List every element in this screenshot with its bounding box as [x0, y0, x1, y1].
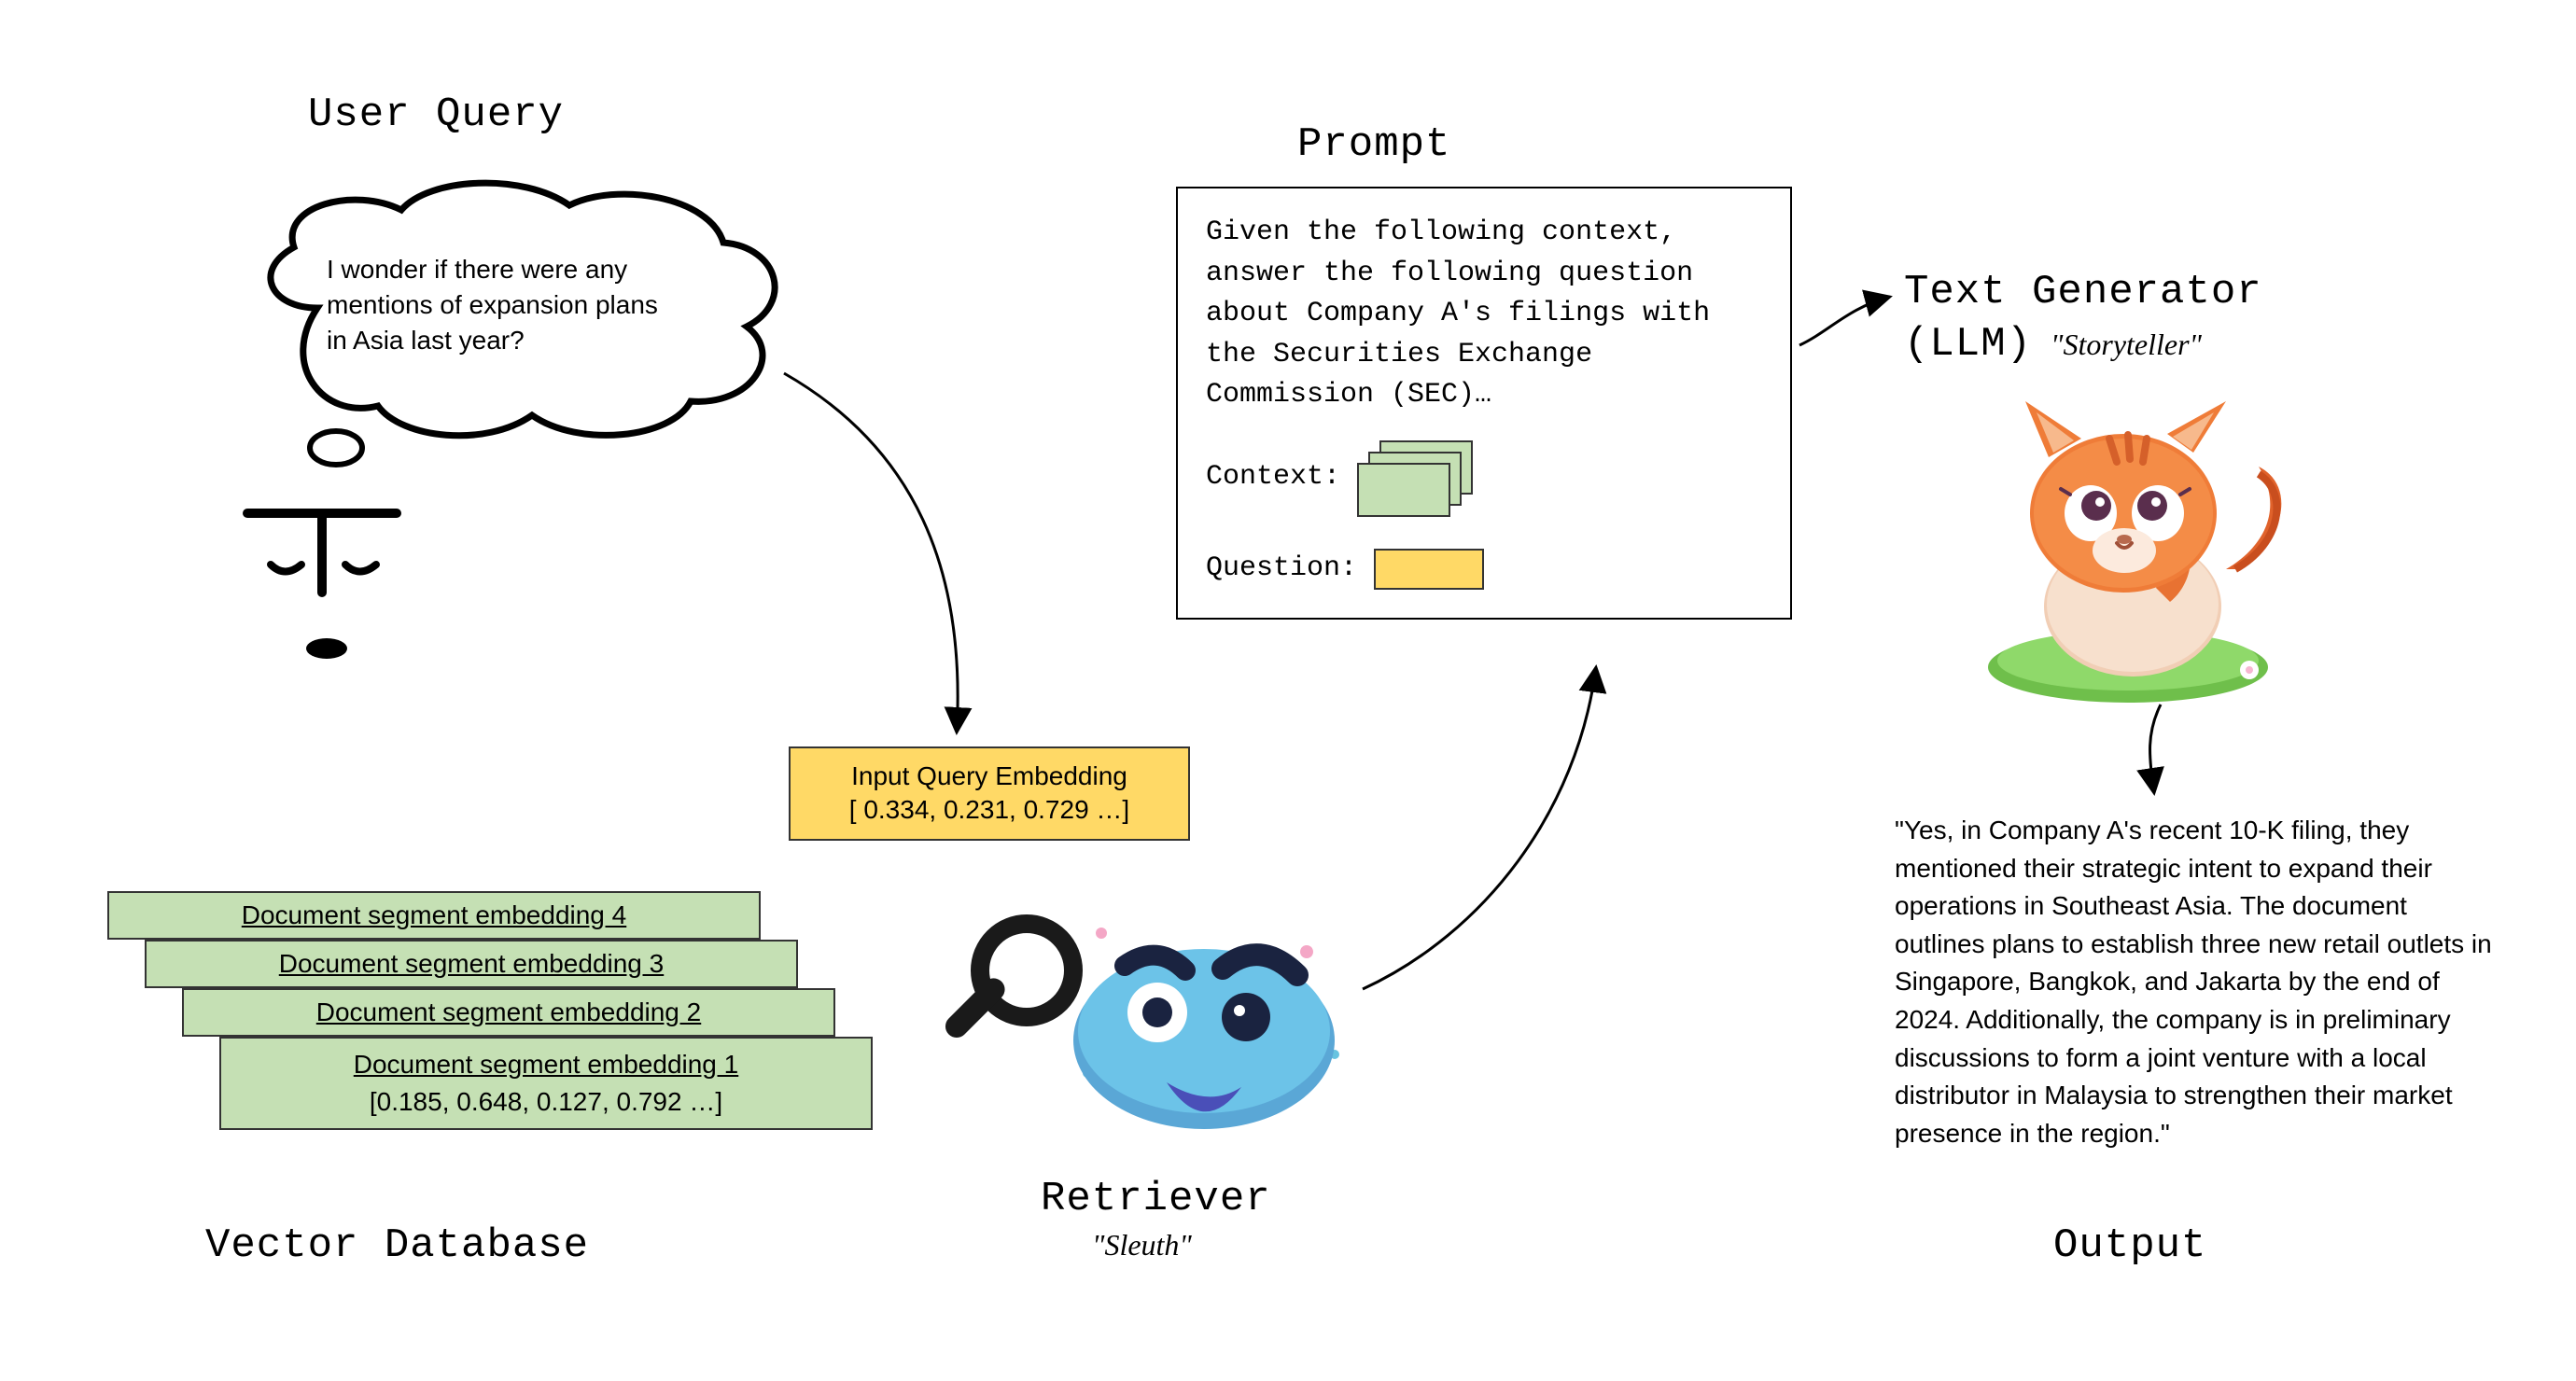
document-embedding-stack: Document segment embedding 4 Document se…: [107, 891, 873, 1171]
output-text: "Yes, in Company A's recent 10-K filing,…: [1895, 812, 2492, 1152]
retriever-character-icon: [924, 886, 1372, 1166]
arrow-query-to-embedding: [765, 364, 1064, 746]
input-query-embedding-box: Input Query Embedding [ 0.334, 0.231, 0.…: [789, 746, 1190, 841]
text-generator-llm-label: (LLM): [1904, 321, 2032, 368]
arrow-prompt-to-llm: [1792, 280, 1913, 364]
prompt-question-card-icon: [1374, 549, 1484, 590]
storyteller-cat-icon: [1960, 373, 2296, 709]
text-generator-title: Text Generator: [1904, 269, 2262, 315]
prompt-title: Prompt: [1297, 121, 1450, 168]
doc-embedding-2-label: Document segment embedding 2: [199, 996, 819, 1029]
prompt-intro-text: Given the following context, answer the …: [1206, 213, 1762, 416]
vector-database-title: Vector Database: [205, 1222, 589, 1269]
prompt-box: Given the following context, answer the …: [1176, 187, 1792, 620]
user-query-title: User Query: [308, 91, 564, 138]
query-embedding-values: [ 0.334, 0.231, 0.729 …]: [817, 793, 1162, 827]
retriever-subtitle: "Sleuth": [1092, 1228, 1192, 1262]
doc-embedding-1-values: [0.185, 0.648, 0.127, 0.792 …]: [236, 1085, 856, 1119]
text-generator-subtitle: "Storyteller": [2051, 328, 2202, 362]
prompt-question-label: Question:: [1206, 549, 1357, 590]
doc-embedding-3-label: Document segment embedding 3: [161, 947, 781, 981]
thought-bubble-text: I wonder if there were any mentions of e…: [327, 252, 681, 357]
doc-embedding-4-label: Document segment embedding 4: [124, 899, 744, 932]
prompt-context-cards-icon: [1357, 440, 1469, 515]
arrow-llm-to-output: [2109, 700, 2193, 802]
arrow-retriever-to-prompt: [1344, 653, 1661, 1008]
query-embedding-label: Input Query Embedding: [817, 760, 1162, 793]
doc-embedding-1-label: Document segment embedding 1: [236, 1048, 856, 1081]
user-face-icon: [229, 485, 443, 728]
output-title: Output: [2053, 1222, 2206, 1269]
retriever-title: Retriever: [1041, 1176, 1271, 1222]
prompt-context-label: Context:: [1206, 457, 1340, 498]
